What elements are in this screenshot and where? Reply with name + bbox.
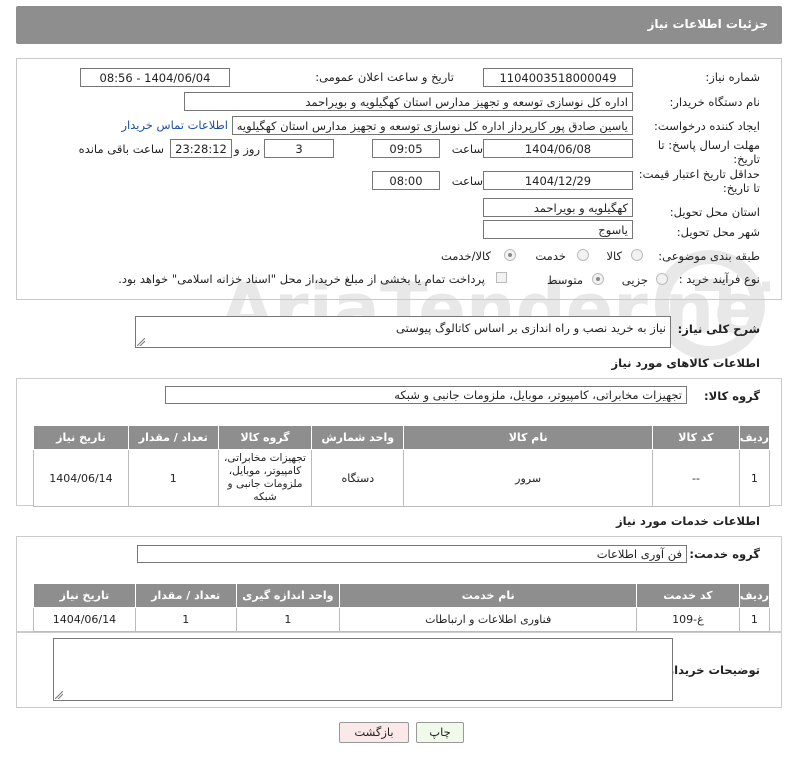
- goods-group-field: تجهیزات مخابراتی، کامپیوتر، موبایل، ملزو…: [165, 386, 687, 404]
- category-goods-service-radio[interactable]: [504, 249, 516, 261]
- cell-goods-group: تجهیزات مخابراتی، کامپیوتر، موبایل، ملزو…: [217, 449, 313, 507]
- cell-service-code: غ-109: [636, 607, 740, 632]
- cell-need-date: 1404/06/14: [33, 449, 129, 507]
- resize-handle-icon[interactable]: [55, 691, 63, 699]
- col-goods-code: کد کالا: [652, 425, 740, 450]
- col-goods-group: گروه کالا: [217, 425, 313, 450]
- cell-row: 1: [738, 607, 771, 632]
- province-field: کهگیلویه و بویراحمد: [483, 198, 633, 217]
- cell-measure-unit: 1: [235, 607, 341, 632]
- city-field: یاسوج: [483, 220, 633, 239]
- print-button[interactable]: چاپ: [416, 722, 464, 743]
- table-row: 1 غ-109 فناوری اطلاعات و ارتباطات 1 1 14…: [33, 607, 771, 632]
- col-row: ردیف: [738, 583, 771, 608]
- category-label: طبقه بندی موضوعی:: [658, 249, 760, 263]
- process-medium-radio[interactable]: [592, 273, 604, 285]
- services-table: ردیف کد خدمت نام خدمت واحد اندازه گیری ت…: [33, 583, 771, 632]
- province-label: استان محل تحویل:: [669, 205, 760, 219]
- process-type-label: نوع فرآیند خرید :: [678, 272, 760, 286]
- col-need-date: تاریخ نیاز: [33, 425, 129, 450]
- days-label: روز و: [234, 142, 260, 156]
- cell-quantity: 1: [134, 607, 237, 632]
- city-label: شهر محل تحویل:: [676, 225, 760, 239]
- deadline-time-field: 09:05: [372, 139, 440, 158]
- need-number-label: شماره نیاز:: [705, 70, 760, 84]
- services-table-header: ردیف کد خدمت نام خدمت واحد اندازه گیری ت…: [33, 583, 771, 608]
- goods-section-title: اطلاعات کالاهای مورد نیاز: [611, 356, 760, 370]
- category-service-radio[interactable]: [577, 249, 589, 261]
- cell-goods-name: سرور: [403, 449, 654, 507]
- col-service-name: نام خدمت: [339, 583, 638, 608]
- cell-unit: دستگاه: [311, 449, 405, 507]
- goods-group-label: گروه کالا:: [704, 389, 760, 403]
- process-minor-radio[interactable]: [656, 273, 668, 285]
- back-button[interactable]: بازگشت: [339, 722, 409, 743]
- deadline-label-date: تاریخ:: [733, 152, 760, 166]
- announce-date-field: 1404/06/04 - 08:56: [80, 68, 230, 87]
- requester-field: یاسین صادق پور کارپرداز اداره کل نوسازی …: [232, 116, 633, 135]
- col-unit: واحد شمارش: [311, 425, 405, 450]
- cell-goods-code: --: [652, 449, 740, 507]
- remaining-time-label: ساعت باقی مانده: [78, 142, 164, 156]
- validity-label-date: تا تاریخ:: [722, 181, 760, 195]
- goods-table: ردیف کد کالا نام کالا واحد شمارش گروه کا…: [33, 425, 771, 507]
- cell-row: 1: [738, 449, 771, 507]
- days-remaining-field: 3: [264, 139, 334, 158]
- buyer-org-label: نام دستگاه خریدار:: [669, 95, 760, 109]
- description-field: نیاز به خرید نصب و راه اندازی بر اساس کا…: [135, 316, 671, 348]
- process-medium-label: متوسط: [546, 273, 583, 287]
- buyer-contact-link[interactable]: اطلاعات تماس خریدار: [121, 118, 228, 132]
- treasury-payment-checkbox[interactable]: [496, 272, 507, 283]
- services-section-title: اطلاعات خدمات مورد نیاز: [616, 514, 760, 528]
- col-service-code: کد خدمت: [636, 583, 740, 608]
- col-quantity: تعداد / مقدار: [127, 425, 219, 450]
- col-measure-unit: واحد اندازه گیری: [235, 583, 341, 608]
- announce-date-label: تاریخ و ساعت اعلان عمومی:: [315, 70, 454, 84]
- need-number-field: 1104003518000049: [483, 68, 633, 87]
- col-row: ردیف: [738, 425, 771, 450]
- requester-label: ایجاد کننده درخواست:: [654, 119, 760, 133]
- deadline-time-label: ساعت: [451, 142, 483, 156]
- cell-service-name: فناوری اطلاعات و ارتباطات: [339, 607, 638, 632]
- validity-time-label: ساعت: [451, 174, 483, 188]
- validity-label: حداقل تاریخ اعتبار قیمت:: [638, 167, 760, 181]
- validity-time-field: 08:00: [372, 171, 440, 190]
- remaining-time-field: 23:28:12: [170, 139, 232, 158]
- buyer-org-field: اداره کل نوسازی توسعه و تجهیز مدارس استا…: [184, 92, 633, 111]
- treasury-payment-note: پرداخت تمام یا بخشی از مبلغ خرید،از محل …: [118, 272, 485, 286]
- deadline-date-field: 1404/06/08: [483, 139, 633, 158]
- table-row: 1 -- سرور دستگاه تجهیزات مخابراتی، کامپی…: [33, 449, 771, 507]
- resize-handle-icon[interactable]: [137, 338, 145, 346]
- deadline-label: مهلت ارسال پاسخ: تا: [657, 138, 760, 152]
- category-goods-label: کالا: [606, 249, 622, 263]
- page-header: جزئیات اطلاعات نیاز: [16, 6, 782, 44]
- col-need-date: تاریخ نیاز: [33, 583, 136, 608]
- category-goods-radio[interactable]: [631, 249, 643, 261]
- validity-date-field: 1404/12/29: [483, 171, 633, 190]
- goods-table-header: ردیف کد کالا نام کالا واحد شمارش گروه کا…: [33, 425, 771, 450]
- cell-need-date: 1404/06/14: [33, 607, 136, 632]
- service-group-field: فن آوری اطلاعات: [137, 545, 687, 563]
- cell-quantity: 1: [127, 449, 219, 507]
- description-label: شرح کلی نیاز:: [677, 322, 760, 336]
- col-goods-name: نام کالا: [403, 425, 654, 450]
- category-service-label: خدمت: [535, 249, 566, 263]
- service-group-label: گروه خدمت:: [689, 547, 760, 561]
- col-quantity: تعداد / مقدار: [134, 583, 237, 608]
- buyer-notes-label: توضیحات خریدار:: [662, 663, 760, 677]
- page-title: جزئیات اطلاعات نیاز: [647, 17, 768, 31]
- buyer-notes-field: [53, 638, 673, 701]
- category-goods-service-label: کالا/خدمت: [440, 249, 491, 263]
- process-minor-label: جزیی: [621, 273, 648, 287]
